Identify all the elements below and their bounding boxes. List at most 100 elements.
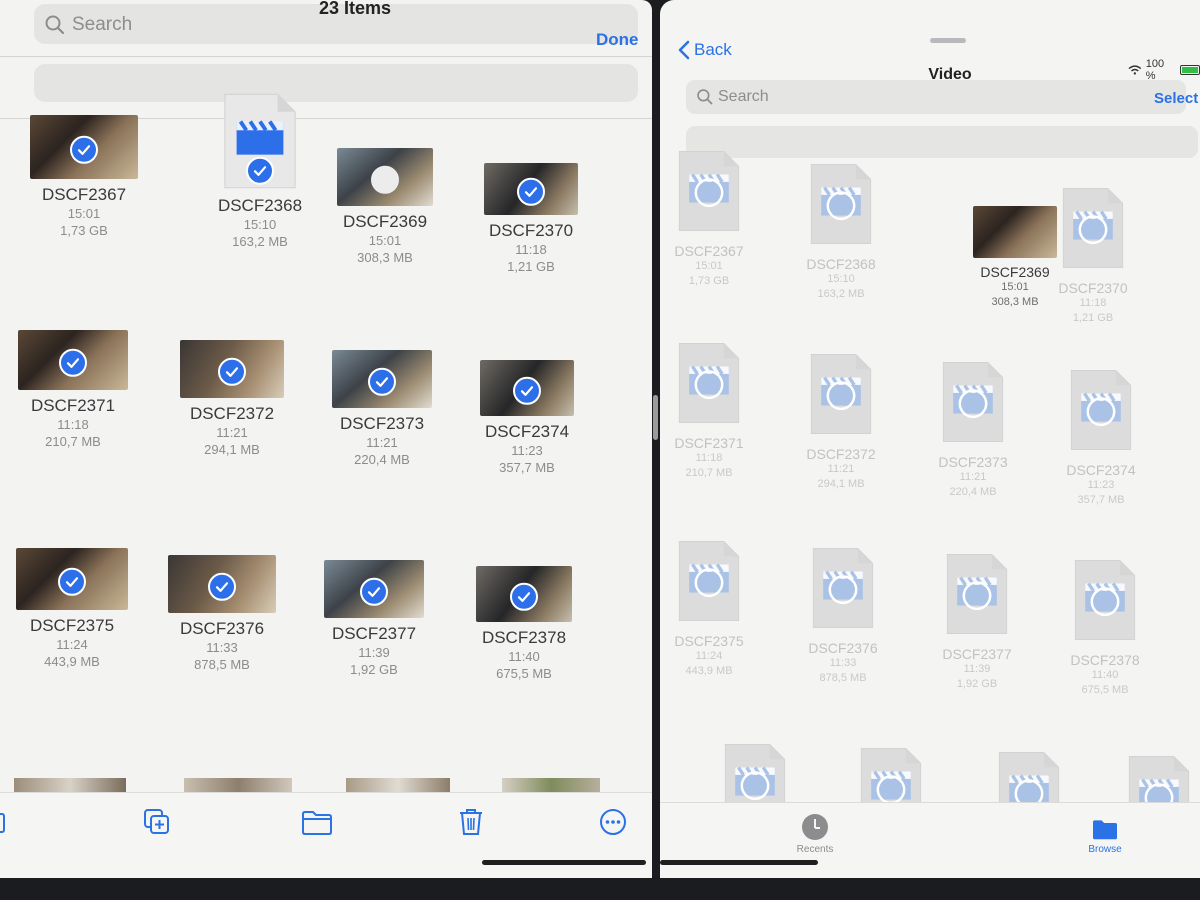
file-name: DSCF2370 [1058,280,1128,296]
file-name: DSCF2375 [674,633,744,649]
folder-icon [1093,820,1117,840]
checkmark-icon [218,357,246,386]
file-item[interactable]: DSCF2375 11:24 443,9 MB [0,548,152,670]
more-icon[interactable] [596,805,630,839]
video-file-icon [676,337,742,429]
back-button[interactable]: Back [678,40,732,60]
file-time: 11:39 [963,663,991,675]
file-item[interactable]: DSCF2378 11:40 675,5 MB [444,566,604,682]
left-pane: Search 23 Items Done DSCF2367 15:01 1,73… [0,0,652,878]
file-time: 11:18 [695,452,723,464]
file-item[interactable]: DSCF2373 11:21 220,4 MB [908,356,1038,500]
thumbnail-partial[interactable] [14,778,126,792]
video-file-icon [1072,554,1138,646]
file-name: DSCF2376 [179,619,265,638]
file-item[interactable]: DSCF2378 11:40 675,5 MB [1040,554,1170,698]
file-item[interactable]: DSCF2373 11:21 220,4 MB [302,350,462,468]
file-time: 11:21 [216,425,248,440]
checkmark-icon [58,567,86,596]
file-item[interactable]: DSCF2367 15:01 1,73 GB [644,145,774,289]
file-name: DSCF2371 [674,435,744,451]
unchecked-circle-icon [371,165,399,194]
tab-recents[interactable]: Recents [770,813,860,855]
tab-browse[interactable]: Browse [1060,817,1150,855]
file-item[interactable]: DSCF2370 11:18 1,21 GB [1028,182,1158,326]
checkmark-icon [517,177,545,206]
file-name: DSCF2372 [189,404,275,423]
clock-icon [802,814,828,840]
file-name: DSCF2369 [342,212,428,231]
partial-toolbar-icon[interactable] [0,813,5,833]
video-file-icon [676,535,742,627]
video-thumbnail [180,340,284,398]
file-item[interactable]: DSCF2367 15:01 1,73 GB [4,115,164,239]
video-thumbnail [332,350,432,408]
file-size: 210,7 MB [45,434,101,449]
tab-label: Recents [796,844,834,855]
file-time: 15:01 [368,233,402,248]
folder-icon[interactable] [300,805,334,839]
video-file-icon[interactable] [996,746,1062,802]
file-time: 11:23 [1087,479,1115,491]
select-button[interactable]: Select [1154,90,1198,107]
file-time: 11:24 [695,650,723,662]
file-name: DSCF2376 [808,640,878,656]
file-item[interactable]: DSCF2374 11:23 357,7 MB [447,360,607,476]
trash-icon[interactable] [454,805,488,839]
video-thumbnail [480,360,574,416]
file-size: 675,5 MB [496,666,552,681]
file-time: 11:18 [57,417,89,432]
file-name: DSCF2373 [938,454,1008,470]
video-file-icon[interactable] [722,738,788,802]
wifi-icon [1128,65,1142,75]
file-time: 11:23 [511,443,543,458]
file-item[interactable]: DSCF2372 11:21 294,1 MB [152,340,312,458]
video-thumbnail [337,148,433,206]
thumbnail-partial[interactable] [502,778,600,792]
file-item[interactable]: DSCF2368 15:10 163,2 MB [776,158,906,302]
file-size: 1,73 GB [60,223,108,238]
file-item[interactable]: DSCF2374 11:23 357,7 MB [1036,364,1166,508]
checkmark-icon [70,135,98,164]
video-file-icon[interactable] [858,742,924,802]
file-size: 357,7 MB [499,460,555,475]
page-title: 23 Items [318,0,392,18]
video-thumbnail [484,163,578,215]
file-item[interactable]: DSCF2376 11:33 878,5 MB [142,555,302,673]
video-thumbnail [18,330,128,390]
file-name: DSCF2377 [942,646,1012,662]
file-item[interactable]: DSCF2377 11:39 1,92 GB [912,548,1042,692]
file-item[interactable]: DSCF2371 11:18 210,7 MB [0,330,153,450]
file-name: DSCF2377 [331,624,417,643]
search-bar[interactable]: Search [686,80,1186,114]
file-time: 11:18 [1079,297,1107,309]
video-file-icon [1060,182,1126,274]
back-label: Back [694,40,732,59]
sheet-grabber[interactable] [930,38,966,43]
video-file-icon [808,348,874,440]
thumbnail-partial[interactable] [184,778,292,792]
file-item[interactable]: DSCF2372 11:21 294,1 MB [776,348,906,492]
file-time: 11:33 [206,640,238,655]
file-size: 443,9 MB [44,654,100,669]
file-name: DSCF2378 [481,628,567,647]
file-item[interactable]: DSCF2371 11:18 210,7 MB [644,337,774,481]
file-item[interactable]: DSCF2377 11:39 1,92 GB [294,560,454,678]
file-size: 220,4 MB [354,452,410,467]
file-item[interactable]: DSCF2375 11:24 443,9 MB [644,535,774,679]
file-size: 1,92 GB [956,678,998,690]
thumbnail-partial[interactable] [346,778,450,792]
checkmark-icon [208,572,236,601]
search-placeholder: Search [72,14,133,35]
checkmark-icon [360,577,388,606]
file-size: 308,3 MB [357,250,413,265]
done-button[interactable]: Done [596,30,639,50]
file-name: DSCF2373 [339,414,425,433]
file-item[interactable]: DSCF2369 15:01 308,3 MB [305,148,465,266]
duplicate-icon[interactable] [140,805,174,839]
checkmark-icon [368,367,396,396]
video-file-icon[interactable] [1126,750,1192,802]
file-item[interactable]: DSCF2376 11:33 878,5 MB [778,542,908,686]
file-item[interactable]: DSCF2370 11:18 1,21 GB [451,163,611,275]
search-icon [44,14,66,36]
